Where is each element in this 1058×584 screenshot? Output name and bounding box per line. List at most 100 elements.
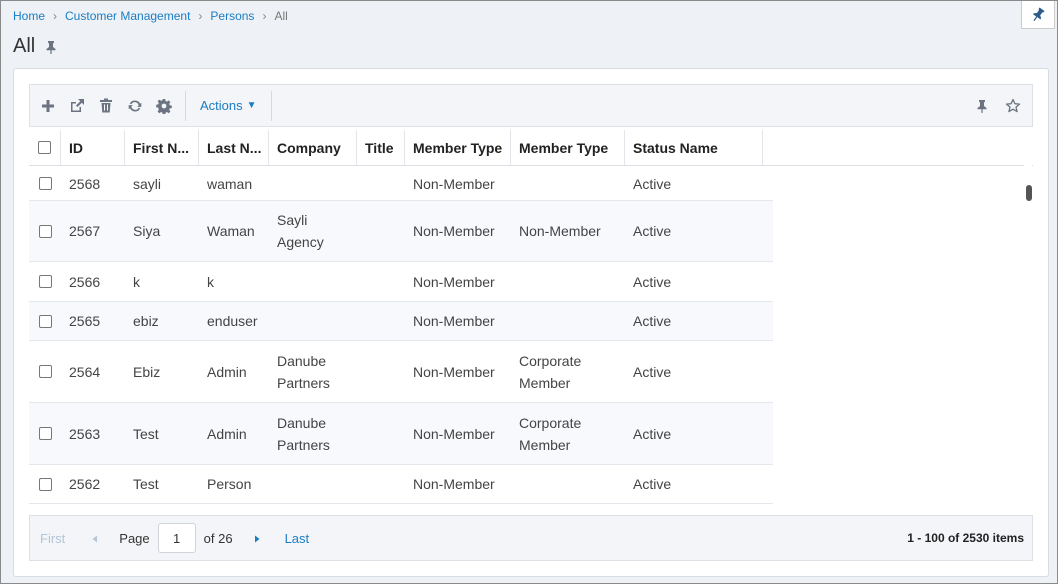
- next-page-icon[interactable]: [253, 531, 261, 546]
- caret-down-icon: ▼: [246, 100, 257, 111]
- row-checkbox-cell: [29, 365, 61, 378]
- page-number-input[interactable]: [157, 523, 196, 553]
- page-count-label: of 26: [203, 530, 233, 546]
- cell-company-line: Partners: [277, 436, 330, 453]
- select-all-checkbox[interactable]: [38, 141, 51, 154]
- row-checkbox[interactable]: [38, 177, 52, 190]
- row-checkbox[interactable]: [38, 314, 52, 328]
- table-row[interactable]: 2562 Test Person Non-Member Active: [29, 465, 773, 504]
- cell-company-line: Agency: [277, 234, 324, 250]
- row-checkbox-cell: [29, 427, 61, 440]
- cell-member-type-2: Corporate Member: [511, 350, 625, 394]
- cell-id: 2563: [69, 425, 101, 442]
- chevron-right-icon: ›: [262, 9, 267, 23]
- row-checkbox[interactable]: [38, 427, 52, 440]
- breadcrumb-home-link[interactable]: Home: [13, 9, 45, 23]
- cell-status: Active: [633, 273, 672, 290]
- cell-company-line: Danube: [277, 414, 327, 431]
- column-header-status-name[interactable]: Status Name: [625, 130, 763, 165]
- add-icon[interactable]: [33, 91, 63, 121]
- cell-status: Active: [633, 476, 672, 492]
- column-header-company[interactable]: Company: [269, 130, 357, 165]
- cell-company-line: Sayli: [277, 212, 308, 228]
- breadcrumb: Home › Customer Management › Persons › A…: [13, 9, 288, 23]
- row-checkbox[interactable]: [38, 275, 52, 288]
- cell-first-name: Siya: [133, 223, 161, 239]
- row-checkbox-cell: [29, 177, 61, 190]
- breadcrumb-persons-link[interactable]: Persons: [210, 9, 254, 23]
- grid-body: 2568 sayli waman Non-Member Active 2567 …: [29, 167, 1033, 514]
- chevron-right-icon: ›: [198, 9, 203, 23]
- cell-first-name: k: [133, 273, 140, 290]
- cell-id: 2564: [69, 363, 101, 380]
- cell-last-name: enduser: [207, 313, 258, 329]
- breadcrumb-customer-management-link[interactable]: Customer Management: [65, 9, 190, 23]
- table-row[interactable]: 2568 sayli waman Non-Member Active: [29, 167, 773, 201]
- cell-first-name: Test: [133, 425, 159, 442]
- cell-first-name: Ebiz: [133, 363, 161, 380]
- page-title-area: All: [13, 35, 57, 58]
- row-checkbox[interactable]: [38, 224, 52, 238]
- cell-first-name: ebiz: [133, 313, 159, 329]
- cell-last-name: Admin: [207, 425, 247, 442]
- cell-id: 2565: [69, 313, 101, 329]
- page-label: Page: [119, 530, 150, 546]
- table-row[interactable]: 2563 Test Admin Danube Partners Non-Memb…: [29, 403, 773, 465]
- trash-icon[interactable]: [91, 91, 121, 121]
- gear-icon[interactable]: [149, 91, 179, 121]
- cell-member-type: Non-Member: [413, 175, 495, 192]
- column-header-member-type[interactable]: Member Type: [405, 130, 511, 165]
- prev-page-icon[interactable]: [91, 531, 99, 546]
- column-header-id[interactable]: ID: [61, 130, 125, 165]
- item-count-info: 1 - 100 of 2530 items: [907, 531, 1024, 545]
- column-header-member-type-2[interactable]: Member Type: [511, 130, 625, 165]
- cell-company-line: Partners: [277, 374, 330, 391]
- cell-member-type-2: Non-Member: [519, 223, 601, 239]
- toolbar-divider: [270, 90, 272, 121]
- cell-member-type: Non-Member: [413, 425, 495, 442]
- pin-icon[interactable]: [967, 91, 997, 121]
- cell-member-type-line: Corporate: [519, 352, 582, 369]
- cell-member-type-line: Corporate: [519, 414, 582, 431]
- cell-id: 2562: [69, 476, 101, 492]
- cell-company: Danube Partners: [269, 412, 357, 456]
- pager: First Page of 26 Last 1 - 100 of 2530 it…: [29, 515, 1033, 561]
- cell-first-name: sayli: [133, 175, 162, 192]
- first-page-button[interactable]: First: [40, 531, 65, 546]
- row-checkbox-cell: [29, 314, 61, 328]
- row-checkbox-cell: [29, 224, 61, 238]
- scrollbar-thumb[interactable]: [1026, 185, 1032, 201]
- table-row[interactable]: 2567 Siya Waman Sayli Agency Non-Member …: [29, 201, 773, 262]
- toolbar-divider: [185, 90, 186, 121]
- row-checkbox[interactable]: [38, 477, 52, 491]
- open-external-icon[interactable]: [62, 91, 92, 121]
- cell-status: Active: [633, 223, 672, 239]
- star-icon[interactable]: [998, 91, 1028, 121]
- column-header-last-name[interactable]: Last N...: [199, 130, 269, 165]
- cell-status: Active: [633, 175, 672, 192]
- grid-header: ID First N... Last N... Company Title Me…: [29, 130, 1033, 166]
- cell-member-type: Non-Member: [413, 223, 495, 239]
- cell-member-type: Non-Member: [413, 273, 495, 290]
- last-page-button[interactable]: Last: [285, 531, 310, 546]
- chevron-right-icon: ›: [53, 9, 58, 23]
- pin-panel-button[interactable]: [1021, 1, 1055, 29]
- cell-last-name: k: [207, 273, 214, 290]
- row-checkbox[interactable]: [38, 365, 52, 378]
- cell-status: Active: [633, 313, 672, 329]
- cell-last-name: waman: [207, 175, 253, 192]
- table-row[interactable]: 2564 Ebiz Admin Danube Partners Non-Memb…: [29, 341, 773, 403]
- grid-toolbar: Actions ▼: [29, 84, 1033, 127]
- refresh-icon[interactable]: [120, 91, 150, 121]
- table-row[interactable]: 2566 k k Non-Member Active: [29, 262, 773, 302]
- cell-id: 2568: [69, 175, 101, 192]
- toolbar-icon-group: [30, 91, 179, 121]
- pin-icon[interactable]: [45, 40, 57, 54]
- cell-company-line: Danube: [277, 352, 327, 369]
- column-header-first-name[interactable]: First N...: [125, 130, 199, 165]
- actions-dropdown[interactable]: Actions ▼: [192, 98, 265, 113]
- page-title: All: [13, 35, 36, 57]
- pin-icon: [1031, 7, 1045, 23]
- column-header-title[interactable]: Title: [357, 130, 405, 165]
- table-row[interactable]: 2565 ebiz enduser Non-Member Active: [29, 302, 773, 341]
